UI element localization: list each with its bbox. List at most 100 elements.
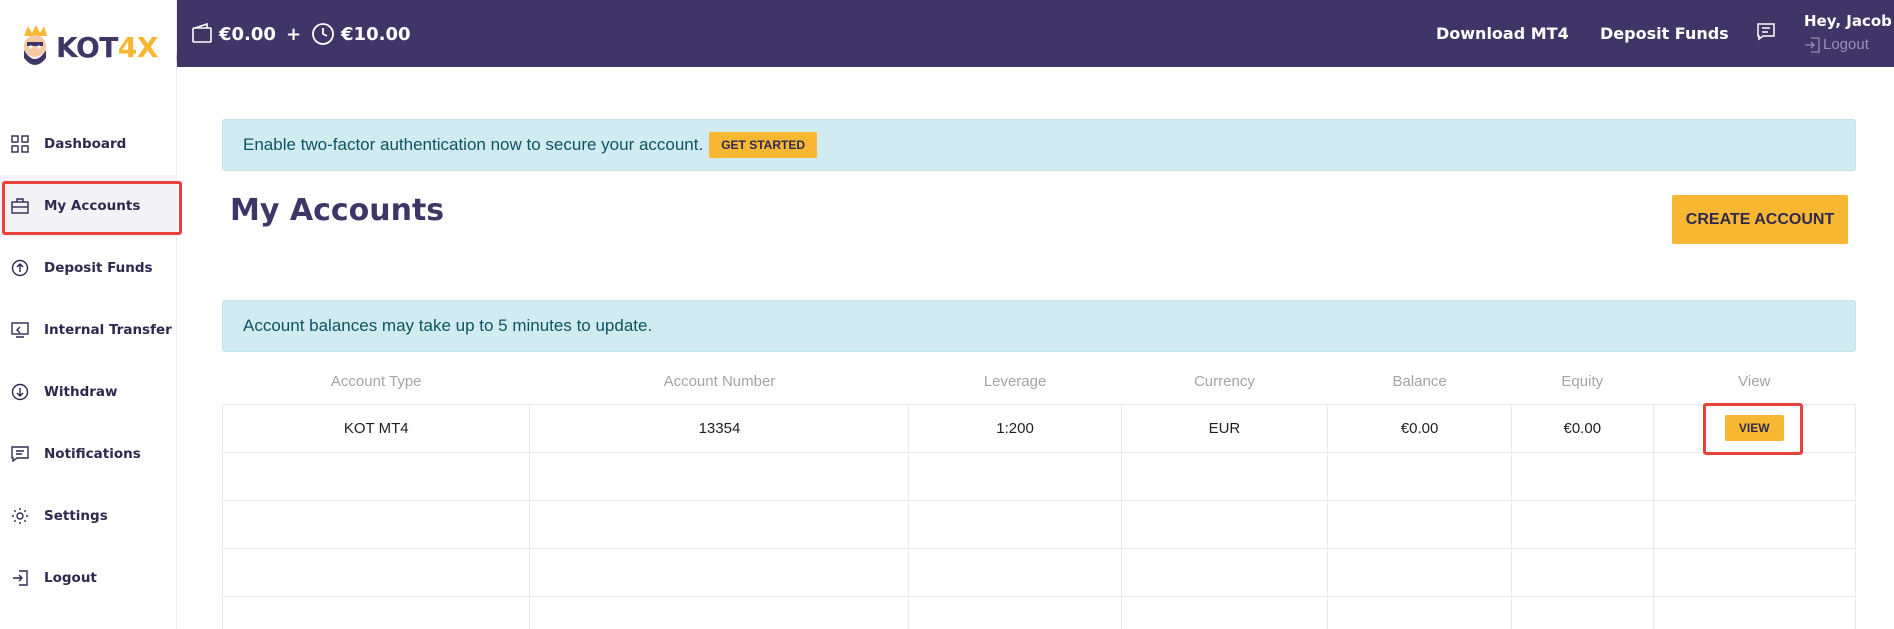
empty-cell (1327, 547, 1513, 597)
table-row-empty (221, 499, 1857, 549)
balance-note-alert: Account balances may take up to 5 minute… (222, 300, 1856, 352)
leverage-cell: 1:200 (908, 403, 1122, 453)
empty-cell (1120, 547, 1329, 597)
balance-summary: €0.00 + €10.00 (191, 22, 411, 46)
deposit-funds-link[interactable]: Deposit Funds (1600, 24, 1729, 43)
arrow-down-circle-icon (10, 382, 30, 402)
empty-cell (1511, 547, 1654, 597)
empty-cell (221, 451, 531, 501)
empty-cell (1327, 595, 1513, 629)
column-header: Account Number (663, 373, 776, 391)
column-header: View (1738, 373, 1771, 391)
twofa-alert-text: Enable two-factor authentication now to … (243, 135, 704, 154)
table-header-row: Account Type Account Number Leverage Cur… (223, 360, 1856, 404)
empty-cell (1120, 451, 1329, 501)
sidebar-item-label: Internal Transfer (44, 322, 172, 338)
account-number-cell: 13354 (529, 403, 910, 453)
empty-cell (1511, 499, 1654, 549)
logout-label: Logout (1823, 36, 1869, 53)
sidebar-item-internal-transfer[interactable]: Internal Transfer (0, 299, 177, 361)
sidebar-item-deposit-funds[interactable]: Deposit Funds (0, 237, 177, 299)
brand-wordmark: KOT4X (56, 30, 158, 64)
wallet-icon (191, 23, 213, 45)
sidebar-item-label: Deposit Funds (44, 260, 153, 276)
empty-cell (1652, 595, 1857, 629)
top-bar: €0.00 + €10.00 Download MT4 Deposit Fund… (177, 0, 1894, 67)
empty-cell (908, 451, 1122, 501)
arrow-up-circle-icon (10, 258, 30, 278)
sidebar-item-notifications[interactable]: Notifications (0, 423, 177, 485)
empty-cell (221, 595, 531, 629)
clock-icon (311, 22, 335, 46)
balance-cell: €0.00 (1327, 403, 1513, 453)
bonus-value: €10.00 (341, 23, 411, 45)
balance-note-text: Account balances may take up to 5 minute… (243, 316, 653, 335)
empty-cell (1511, 451, 1654, 501)
empty-cell (1652, 451, 1857, 501)
empty-cell (1120, 499, 1329, 549)
chat-icon[interactable] (1756, 22, 1776, 47)
currency-cell: EUR (1120, 403, 1329, 453)
view-button[interactable]: VIEW (1724, 415, 1784, 441)
sidebar-item-label: Dashboard (44, 136, 127, 152)
sidebar-item-label: Withdraw (44, 384, 118, 400)
empty-cell (1511, 595, 1654, 629)
sidebar-item-withdraw[interactable]: Withdraw (0, 361, 177, 423)
briefcase-icon (10, 196, 30, 216)
empty-cell (221, 499, 531, 549)
empty-cell (1327, 499, 1513, 549)
empty-cell (529, 451, 910, 501)
empty-cell (1652, 547, 1857, 597)
create-account-button[interactable]: CREATE ACCOUNT (1672, 195, 1848, 244)
sidebar-item-logout[interactable]: Logout (0, 547, 177, 609)
logout-link[interactable]: Logout (1804, 36, 1869, 53)
twofa-alert: Enable two-factor authentication now to … (222, 119, 1856, 171)
sidebar-item-label: My Accounts (44, 198, 141, 214)
sidebar-item-dashboard[interactable]: Dashboard (0, 113, 177, 175)
column-header: Leverage (983, 373, 1047, 391)
mascot-icon (24, 25, 47, 65)
table-row-empty (221, 547, 1857, 597)
balance-value: €0.00 (219, 23, 276, 45)
sidebar-item-settings[interactable]: Settings (0, 485, 177, 547)
accounts-table: Account Type Account Number Leverage Cur… (221, 360, 1857, 629)
empty-cell (1327, 451, 1513, 501)
sidebar-item-label: Notifications (44, 446, 141, 462)
view-cell: VIEW (1652, 403, 1857, 455)
table-row: KOT MT4 13354 1:200 EUR €0.00 €0.00 VIEW (221, 403, 1857, 455)
empty-cell (908, 595, 1122, 629)
table-row-empty (221, 595, 1857, 629)
column-header: Currency (1193, 373, 1255, 391)
empty-cell (221, 547, 531, 597)
sidebar-item-my-accounts[interactable]: My Accounts (0, 175, 182, 237)
plus-sign: + (285, 23, 302, 45)
column-header: Balance (1392, 373, 1447, 391)
equity-cell: €0.00 (1511, 403, 1654, 453)
sidebar-item-label: Settings (44, 508, 108, 524)
empty-cell (908, 547, 1122, 597)
empty-cell (529, 499, 910, 549)
sidebar-nav: Dashboard My Accounts Deposit Funds Inte… (0, 113, 182, 609)
page-title: My Accounts (230, 193, 445, 228)
message-icon (10, 444, 30, 464)
column-header: Equity (1561, 373, 1604, 391)
transfer-icon (10, 320, 30, 340)
sidebar-item-label: Logout (44, 570, 97, 586)
logout-icon (1804, 36, 1820, 53)
sidebar: KOT4X Dashboard My Accounts Deposit Fund… (0, 0, 231, 629)
empty-cell (529, 547, 910, 597)
empty-cell (1652, 499, 1857, 549)
empty-cell (1120, 595, 1329, 629)
gear-icon (10, 506, 30, 526)
view-button-wrapper: VIEW (1703, 403, 1803, 455)
empty-cell (908, 499, 1122, 549)
download-mt4-link[interactable]: Download MT4 (1436, 24, 1569, 43)
empty-cell (529, 595, 910, 629)
column-header: Account Type (330, 373, 422, 391)
table-row-empty (221, 451, 1857, 501)
user-greeting: Hey, Jacob (1804, 12, 1892, 30)
get-started-button[interactable]: GET STARTED (709, 132, 817, 158)
grid-icon (10, 134, 30, 154)
logout-icon (10, 568, 30, 588)
account-type-cell: KOT MT4 (221, 403, 531, 453)
